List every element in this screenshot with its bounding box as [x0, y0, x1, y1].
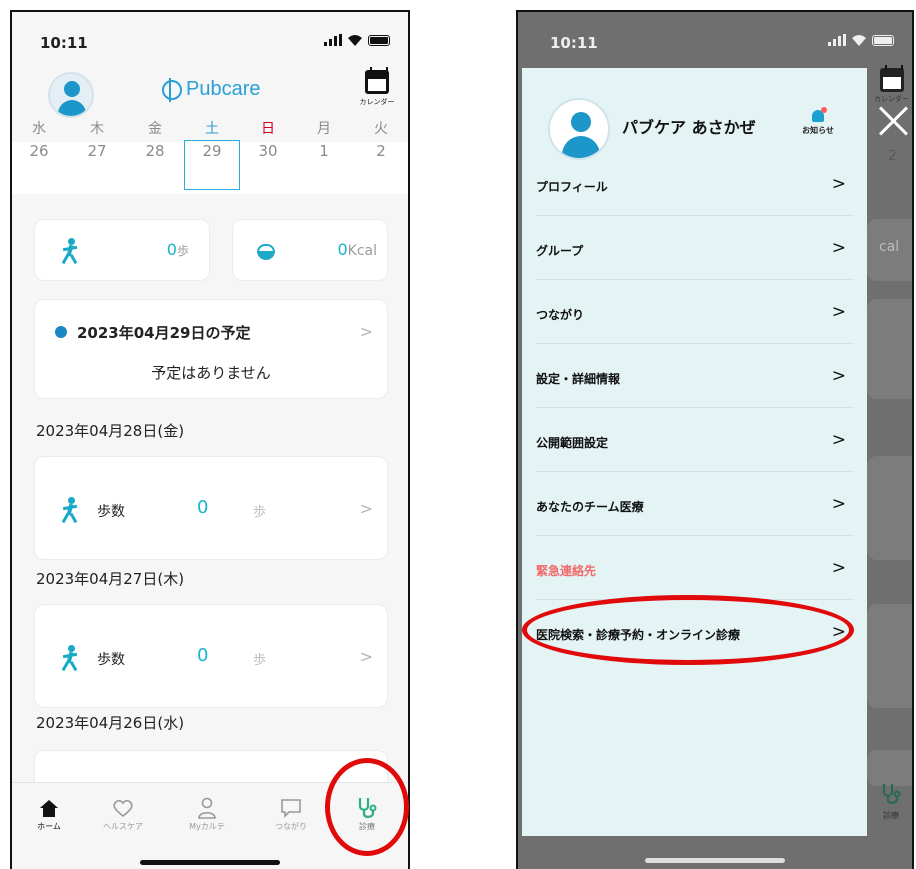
menu-screen: 10:11 カレンダー 2 cal 診療 パブケア あさかぜ お知らせ プロフィ…	[516, 10, 914, 869]
status-bar: 10:11	[518, 12, 912, 68]
status-time: 10:11	[40, 34, 88, 52]
tab-clinic[interactable]: 診療	[332, 795, 402, 832]
chevron-right-icon: >	[359, 499, 373, 518]
tab-healthcare[interactable]: ヘルスケア	[88, 795, 158, 832]
tab-connections[interactable]: つながり	[256, 795, 326, 832]
menu-item-care-team[interactable]: あなたのチーム医療 >	[536, 474, 854, 536]
chevron-right-icon: >	[359, 322, 373, 341]
day-mon[interactable]: 月1	[301, 118, 347, 160]
walking-icon	[59, 238, 81, 265]
day-sun[interactable]: 日 30	[245, 118, 291, 160]
day-sat[interactable]: 土 29	[189, 118, 235, 160]
menu-item-settings[interactable]: 設定・詳細情報 >	[536, 346, 854, 408]
walking-icon	[59, 645, 81, 672]
avatar[interactable]	[48, 72, 94, 118]
close-icon[interactable]	[876, 104, 910, 138]
status-bar: 10:11	[12, 12, 408, 68]
person-icon	[172, 795, 242, 821]
home-screen: 10:11 Pubcare カレンダー 水 26 木 27 金 28 土 29 日 30 …	[10, 10, 410, 869]
home-indicator	[140, 860, 280, 865]
day-fri[interactable]: 金 28	[132, 118, 178, 160]
battery-icon	[368, 35, 390, 46]
menu-item-connections[interactable]: つながり >	[536, 282, 854, 344]
calendar-button[interactable]: カレンダー	[354, 67, 400, 107]
tab-bar: ホーム ヘルスケア Myカルテ つながり 診療	[12, 782, 408, 869]
day-wed[interactable]: 水 26	[16, 118, 62, 160]
chat-bubble-icon	[256, 795, 326, 821]
menu-item-clinic-search[interactable]: 医院検索・診療予約・オンライン診療 >	[536, 602, 854, 664]
schedule-card[interactable]: 2023年04月29日の予定 > 予定はありません	[34, 299, 388, 399]
schedule-title: 2023年04月29日の予定	[77, 324, 251, 342]
avatar[interactable]	[548, 98, 610, 160]
user-name: パブケア あさかぜ	[622, 118, 756, 137]
status-time: 10:11	[550, 34, 598, 52]
steps-today-card[interactable]: 0歩	[34, 219, 210, 281]
notifications-button[interactable]: お知らせ	[798, 107, 838, 136]
day-thu[interactable]: 木 27	[74, 118, 120, 160]
wifi-icon	[348, 35, 362, 46]
signal-icon	[324, 34, 342, 46]
week-strip: 水 26 木 27 金 28 土 29 日 30 月1 火2	[12, 118, 408, 194]
home-icon	[14, 795, 84, 821]
signal-icon	[828, 34, 846, 46]
menu-item-privacy[interactable]: 公開範囲設定 >	[536, 410, 854, 472]
date-header: 2023年04月26日(水)	[36, 714, 185, 732]
chevron-right-icon: >	[359, 647, 373, 666]
home-indicator	[645, 858, 785, 863]
steps-day-card[interactable]: 歩数 0 歩 >	[34, 456, 388, 560]
battery-icon	[872, 35, 894, 46]
kcal-today-card[interactable]: 0Kcal	[232, 219, 388, 281]
tab-my-chart[interactable]: Myカルテ	[172, 795, 242, 832]
calendar-icon: カレンダー	[874, 65, 909, 104]
day-tue[interactable]: 火2	[358, 118, 404, 160]
app-logo: Pubcare	[162, 77, 261, 102]
clock-icon	[55, 326, 67, 338]
side-menu: パブケア あさかぜ お知らせ プロフィール > グループ > つながり > 設定・詳細…	[522, 68, 867, 836]
meal-icon	[257, 244, 275, 260]
menu-item-profile[interactable]: プロフィール >	[536, 154, 854, 216]
date-header: 2023年04月27日(木)	[36, 570, 185, 588]
date-header: 2023年04月28日(金)	[36, 422, 185, 440]
stethoscope-icon	[882, 784, 901, 804]
heart-icon	[88, 795, 158, 821]
menu-item-group[interactable]: グループ >	[536, 218, 854, 280]
schedule-empty: 予定はありません	[151, 364, 271, 382]
pubcare-logo-icon	[162, 77, 182, 102]
stethoscope-icon	[332, 795, 402, 821]
tab-clinic: 診療	[866, 782, 912, 821]
walking-icon	[59, 497, 81, 524]
tab-home[interactable]: ホーム	[14, 795, 84, 832]
steps-day-card[interactable]: 歩数 0 歩 >	[34, 604, 388, 708]
calendar-icon	[365, 67, 389, 94]
menu-item-emergency-contact[interactable]: 緊急連絡先 >	[536, 538, 854, 600]
bell-icon	[812, 107, 827, 122]
wifi-icon	[852, 35, 866, 46]
